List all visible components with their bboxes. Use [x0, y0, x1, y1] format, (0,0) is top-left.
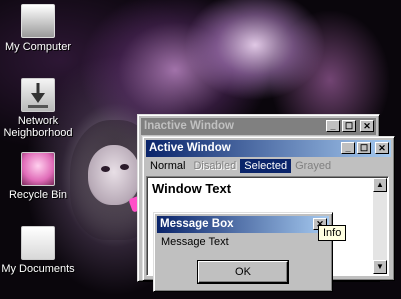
inactive-window-titlebar[interactable]: Inactive Window _ ☐ ✕ [141, 118, 376, 135]
message-text: Message Text [161, 236, 229, 248]
scroll-up-button[interactable]: ▲ [373, 178, 387, 192]
desktop-icon-recycle-bin[interactable]: Recycle Bin [0, 152, 76, 201]
message-box-titlebar[interactable]: Message Box ✕ [157, 216, 329, 233]
active-window-title: Active Window [149, 142, 231, 154]
arrow-up-icon: ▲ [376, 180, 384, 189]
menu-item-disabled: Disabled [193, 160, 237, 172]
desktop-icon-my-documents[interactable]: My Documents [0, 226, 76, 275]
scroll-down-button[interactable]: ▼ [373, 260, 387, 274]
minimize-icon: _ [330, 121, 336, 131]
maximize-icon: ☐ [359, 143, 369, 153]
close-icon: ✕ [363, 121, 371, 131]
window-text: Window Text [152, 181, 232, 196]
network-neighborhood-icon [21, 78, 55, 112]
minimize-button[interactable]: _ [326, 120, 340, 132]
tooltip: Info [318, 225, 347, 241]
maximize-button[interactable]: ☐ [342, 120, 356, 132]
minimize-button[interactable]: _ [341, 142, 355, 154]
close-button[interactable]: ✕ [360, 120, 374, 132]
my-documents-icon [21, 226, 55, 260]
message-box[interactable]: Message Box ✕ Message Text OK [153, 212, 333, 292]
close-icon: ✕ [378, 143, 386, 153]
tooltip-text: Info [323, 227, 342, 239]
desktop-icon-my-computer[interactable]: My Computer [0, 4, 76, 53]
menu-item-grayed: Grayed [295, 160, 332, 172]
desktop-icon-network-neighborhood[interactable]: Network Neighborhood [0, 78, 76, 139]
recycle-bin-icon [21, 152, 55, 186]
active-window-titlebar[interactable]: Active Window _ ☐ ✕ [146, 140, 391, 157]
maximize-button[interactable]: ☐ [357, 142, 371, 154]
wallpaper-eye [120, 164, 129, 170]
wallpaper-eye [101, 166, 110, 172]
wallpaper-face [88, 145, 140, 205]
inactive-window-title: Inactive Window [144, 120, 234, 132]
vertical-scrollbar[interactable]: ▲ ▼ [373, 178, 387, 274]
minimize-icon: _ [345, 143, 351, 153]
ok-button[interactable]: OK [197, 260, 289, 284]
maximize-icon: ☐ [344, 121, 354, 131]
menu-bar: Normal Disabled Selected Grayed [146, 159, 386, 173]
menu-item-normal[interactable]: Normal [146, 159, 189, 173]
menu-item-selected[interactable]: Selected [240, 159, 292, 173]
my-computer-icon [21, 4, 55, 38]
ok-button-label: OK [235, 266, 251, 278]
arrow-down-icon: ▼ [376, 262, 384, 271]
message-box-title: Message Box [160, 218, 234, 230]
close-button[interactable]: ✕ [375, 142, 389, 154]
